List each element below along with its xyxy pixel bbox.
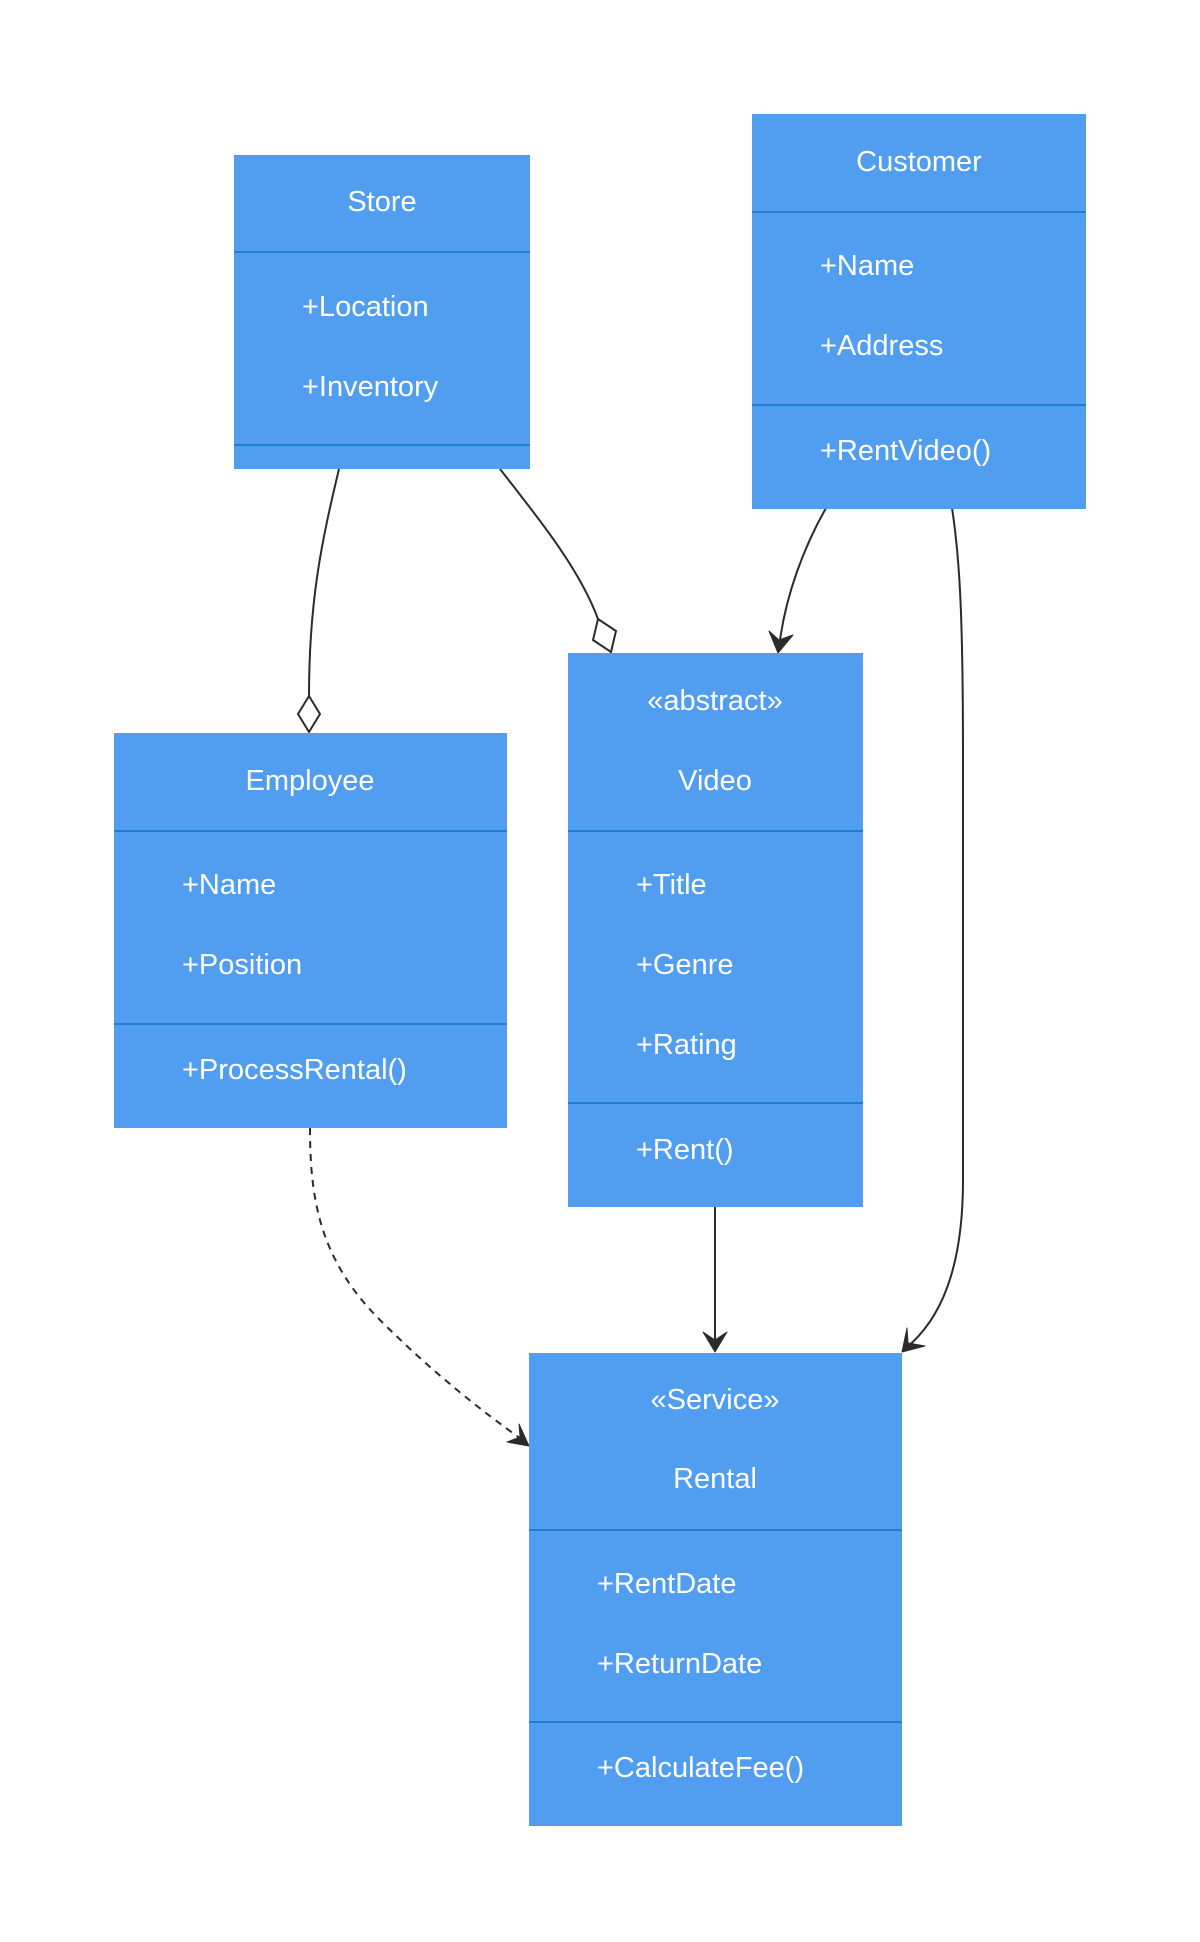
class-diagram-canvas: Store +Location +Inventory Customer +Nam…	[114, 114, 1086, 1826]
class-customer[interactable]: Customer +Name +Address +RentVideo()	[752, 114, 1086, 509]
attribute: +Genre	[636, 949, 734, 981]
method: +CalculateFee()	[597, 1752, 804, 1784]
method: +Rent()	[636, 1134, 734, 1166]
attribute: +Address	[820, 330, 943, 362]
edge-employee-rental[interactable]	[309, 1127, 530, 1447]
edge-line	[778, 507, 827, 649]
class-name: Video	[678, 765, 752, 797]
class-name: Rental	[673, 1463, 757, 1495]
edge-store-employee[interactable]	[296, 468, 340, 734]
attribute: +Rating	[636, 1029, 737, 1061]
class-stereotype: «Service»	[651, 1384, 780, 1416]
class-store[interactable]: Store +Location +Inventory	[234, 155, 530, 469]
attribute: +Position	[182, 949, 302, 981]
method: +RentVideo()	[820, 435, 991, 467]
class-video[interactable]: «abstract» Video +Title +Genre +Rating +…	[568, 653, 863, 1207]
attribute: +Name	[182, 869, 276, 901]
edge-line	[309, 1127, 525, 1442]
class-stereotype: «abstract»	[647, 685, 782, 717]
class-name: Customer	[856, 146, 982, 178]
edge-line	[499, 468, 599, 620]
method: +ProcessRental()	[182, 1054, 407, 1086]
attribute: +Title	[636, 869, 707, 901]
edge-customer-video[interactable]	[768, 507, 827, 654]
attribute: +Inventory	[302, 371, 439, 403]
attribute: +Location	[302, 291, 429, 323]
edge-video-rental[interactable]	[702, 1207, 728, 1353]
aggregation-diamond-icon	[591, 617, 618, 654]
attribute: +RentDate	[597, 1568, 736, 1600]
edge-line	[905, 507, 964, 1349]
class-box	[568, 653, 863, 1207]
attribute: +Name	[820, 250, 914, 282]
class-employee[interactable]: Employee +Name +Position +ProcessRental(…	[114, 733, 507, 1128]
edge-store-video[interactable]	[499, 468, 618, 654]
arrowhead-icon	[506, 1423, 530, 1447]
class-rental[interactable]: «Service» Rental +RentDate +ReturnDate +…	[529, 1353, 902, 1826]
aggregation-diamond-icon	[296, 694, 322, 734]
edge-customer-rental[interactable]	[901, 507, 964, 1353]
class-name: Store	[347, 186, 416, 218]
class-name: Employee	[246, 765, 375, 797]
edge-line	[308, 468, 340, 697]
attribute: +ReturnDate	[597, 1648, 762, 1680]
